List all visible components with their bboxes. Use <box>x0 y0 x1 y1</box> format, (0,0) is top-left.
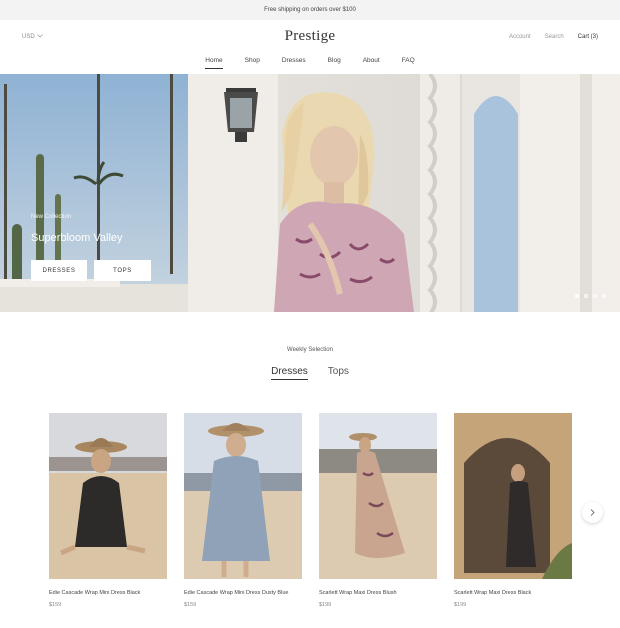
product-price: $159 <box>49 602 62 608</box>
shop-tops-button[interactable]: TOPS <box>94 260 151 281</box>
hero-title: Superbloom Valley <box>31 232 123 244</box>
product-image[interactable] <box>49 413 167 579</box>
chevron-right-icon <box>590 508 595 518</box>
nav-item-shop[interactable]: Shop <box>245 57 260 69</box>
product-price: $199 <box>319 602 332 608</box>
nav-item-dresses[interactable]: Dresses <box>282 57 306 69</box>
product-name[interactable]: Edie Cascade Wrap Mini Dress Dusty Blue <box>184 590 302 596</box>
nav-item-blog[interactable]: Blog <box>328 57 341 69</box>
section-kicker: Weekly Selection <box>287 347 333 353</box>
product-card[interactable]: Scarlett Wrap Maxi Dress Blush $199 <box>319 413 437 608</box>
nav-item-about[interactable]: About <box>363 57 380 69</box>
announcement-bar: Free shipping on orders over $100 <box>0 0 620 20</box>
slide-dot[interactable] <box>593 294 597 298</box>
product-card[interactable]: Edie Cascade Wrap Mini Dress Dusty Blue … <box>184 413 302 608</box>
product-carousel: Edie Cascade Wrap Mini Dress Black $159 … <box>49 413 572 613</box>
tab-dresses[interactable]: Dresses <box>271 366 308 380</box>
hero-kicker: New Collection <box>31 214 72 220</box>
product-name[interactable]: Scarlett Wrap Maxi Dress Black <box>454 590 572 596</box>
shop-dresses-button[interactable]: DRESSES <box>31 260 87 281</box>
product-card[interactable]: Scarlett Wrap Maxi Dress Black $199 <box>454 413 572 608</box>
account-link[interactable]: Account <box>509 34 531 40</box>
product-tabs: Dresses Tops <box>0 366 620 380</box>
product-image[interactable] <box>454 413 572 579</box>
product-card[interactable]: Edie Cascade Wrap Mini Dress Black $159 <box>49 413 167 608</box>
nav-item-faq[interactable]: FAQ <box>402 57 415 69</box>
utility-links: Account Search Cart (3) <box>509 34 598 40</box>
product-price: $199 <box>454 602 467 608</box>
nav-item-home[interactable]: Home <box>205 57 223 69</box>
announcement-text: Free shipping on orders over $100 <box>264 7 356 13</box>
product-image[interactable] <box>184 413 302 579</box>
slideshow-dots <box>575 294 606 298</box>
product-image[interactable] <box>319 413 437 579</box>
slide-dot[interactable] <box>584 294 588 298</box>
main-nav: Home Shop Dresses Blog About FAQ <box>0 57 620 69</box>
cart-link[interactable]: Cart (3) <box>578 34 598 40</box>
product-name[interactable]: Scarlett Wrap Maxi Dress Blush <box>319 590 437 596</box>
carousel-next-button[interactable] <box>582 502 603 523</box>
hero-banner[interactable]: New Collection Superbloom Valley DRESSES… <box>0 74 620 312</box>
slide-dot[interactable] <box>602 294 606 298</box>
search-link[interactable]: Search <box>545 34 564 40</box>
hero-image <box>0 74 620 312</box>
tab-tops[interactable]: Tops <box>328 366 349 380</box>
product-name[interactable]: Edie Cascade Wrap Mini Dress Black <box>49 590 167 596</box>
product-price: $159 <box>184 602 197 608</box>
site-header: USD Prestige Account Search Cart (3) Hom… <box>0 20 620 74</box>
slide-dot[interactable] <box>575 294 579 298</box>
